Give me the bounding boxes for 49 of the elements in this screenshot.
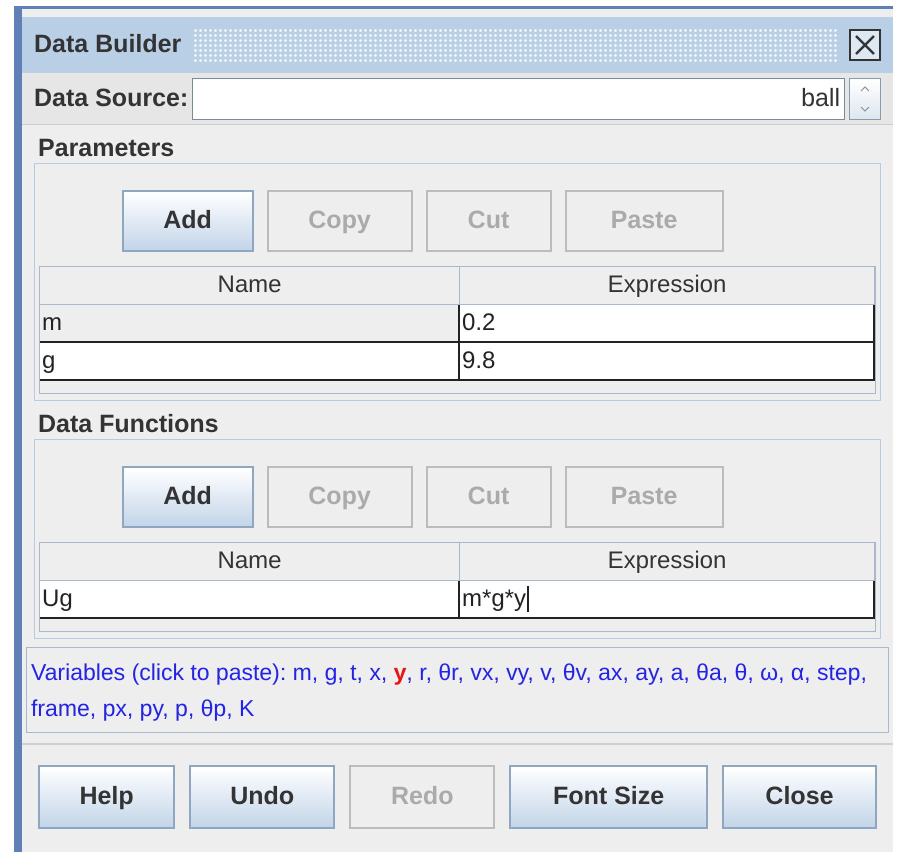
table-cell[interactable]: 9.8	[460, 343, 875, 379]
input-field[interactable]: m*g*y	[460, 581, 875, 617]
section-title: Parameters	[38, 133, 174, 163]
field-label: Data Source:	[34, 82, 188, 114]
variable-link[interactable]: θv,	[562, 659, 592, 685]
window-title: Data Builder	[34, 29, 182, 60]
variable-link[interactable]: y,	[394, 659, 413, 685]
button[interactable]: Close	[722, 765, 877, 829]
variable-link[interactable]: θp,	[200, 695, 233, 721]
variable-link[interactable]: θ,	[734, 659, 754, 685]
table-cell[interactable]: Ug	[40, 581, 460, 617]
button[interactable]: Font Size	[509, 765, 708, 829]
variables-label: Variables (click to paste):	[31, 659, 286, 685]
variable-link[interactable]: py,	[140, 695, 169, 721]
variable-link[interactable]: α,	[790, 659, 811, 685]
button[interactable]: Add	[122, 466, 254, 528]
variable-link[interactable]: K	[238, 695, 254, 721]
button[interactable]: Add	[122, 190, 254, 252]
button[interactable]: Help	[38, 765, 176, 829]
variable-link[interactable]: a,	[670, 659, 690, 685]
spinner-control[interactable]	[849, 78, 881, 120]
variable-link[interactable]: vx,	[470, 659, 500, 685]
text-caret	[527, 586, 530, 612]
variable-link[interactable]: v,	[540, 659, 556, 685]
table-cell[interactable]: 0.2	[460, 305, 875, 341]
variable-link[interactable]: p,	[175, 695, 194, 721]
column-header[interactable]: Expression	[460, 543, 875, 581]
data-source-field[interactable]: ball	[192, 78, 845, 120]
variable-link[interactable]: θr,	[438, 659, 464, 685]
column-header[interactable]: Expression	[460, 267, 875, 305]
button[interactable]: Undo	[189, 765, 336, 829]
variable-link[interactable]: x,	[369, 659, 388, 685]
variable-link[interactable]: step,	[816, 659, 867, 685]
column-header[interactable]: Name	[40, 543, 460, 581]
variable-link[interactable]: frame,	[31, 695, 96, 721]
variable-link[interactable]: px,	[102, 695, 134, 721]
variable-link[interactable]: m,	[292, 659, 318, 685]
variable-link[interactable]: ay,	[635, 659, 664, 685]
variable-link[interactable]: r,	[419, 659, 432, 685]
variable-link[interactable]: θa,	[696, 659, 728, 685]
variable-link[interactable]: ax,	[598, 659, 629, 685]
table-cell[interactable]: g	[40, 343, 460, 379]
section-title: Data Functions	[38, 409, 219, 439]
variable-link[interactable]: vy,	[506, 659, 534, 685]
variable-link[interactable]: ω,	[760, 659, 784, 685]
column-header[interactable]: Name	[40, 267, 460, 305]
close-icon[interactable]	[849, 29, 881, 61]
variable-link[interactable]: g,	[324, 659, 344, 685]
variable-link[interactable]: t,	[350, 659, 363, 685]
